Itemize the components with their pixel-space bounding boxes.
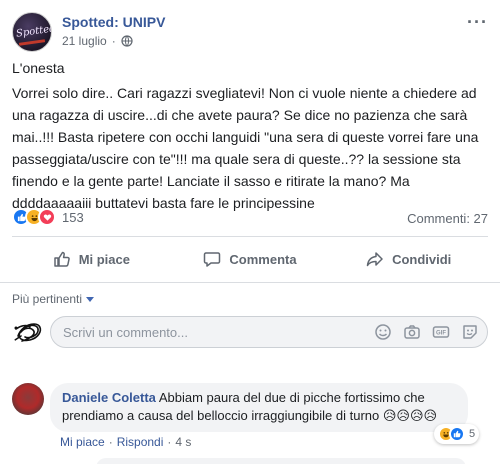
post-body: Vorrei solo dire.. Cari ragazzi svegliat… [12,85,479,211]
like-button[interactable]: Mi piace [12,242,171,276]
scribble-avatar[interactable] [12,314,46,348]
comment-composer: GIF [50,316,488,348]
comment-label: Commenta [229,251,297,267]
gif-icon[interactable]: GIF [431,322,450,341]
comment-reactions[interactable]: 5 [434,424,480,444]
more-options-icon[interactable]: ··· [467,12,488,33]
comments-count[interactable]: Commenti: 27 [407,211,488,226]
globe-icon [121,35,133,47]
commenter-avatar[interactable] [12,383,44,415]
page-avatar[interactable]: Spotted [12,12,52,52]
like-icon [449,426,465,442]
sort-label: Più pertinenti [12,292,83,306]
thumbs-up-icon [53,251,70,267]
reaction-count: 153 [62,209,84,225]
sticker-icon[interactable] [460,322,479,341]
comment-like-link[interactable]: Mi piace [60,435,105,449]
post-meta: 21 luglio · [62,34,133,48]
love-icon [38,208,56,226]
comment-time[interactable]: 4 s [175,435,191,449]
page-logo-text: Spotted [15,23,52,40]
separator-dot: · [108,435,113,449]
svg-text:GIF: GIF [436,330,446,336]
comment-sort-dropdown[interactable]: Più pertinenti [12,292,95,306]
comment-button[interactable]: Commenta [171,242,330,276]
comment-input[interactable] [63,317,313,347]
emoji-icon[interactable] [373,322,392,341]
separator-dot: · [167,435,172,449]
separator-dot: · [111,34,116,48]
composer-tools: GIF [373,322,479,341]
like-label: Mi piace [78,251,130,267]
comment-reply-link[interactable]: Rispondi [117,435,164,449]
reply-bubble-partial [96,458,466,464]
comment-bubble: Daniele Coletta Abbiam paura del due di … [50,383,468,432]
post-title: L'onesta [12,60,65,76]
comment-icon [204,252,221,267]
chevron-down-icon [86,296,95,302]
comment-author[interactable]: Daniele Coletta [62,390,156,405]
share-icon [366,252,383,267]
page-logo-bar [18,39,46,46]
comment-meta: Mi piace · Rispondi · 4 s [60,435,191,449]
comment-reaction-count: 5 [469,428,476,440]
post-actions: Mi piace Commenta Condividi [12,242,488,276]
share-label: Condividi [392,251,452,267]
page-name[interactable]: Spotted: UNIPV [62,14,165,30]
post-date[interactable]: 21 luglio [62,34,107,48]
reactions-summary[interactable]: 153 [12,208,84,226]
divider [0,282,500,283]
camera-icon[interactable] [402,322,421,341]
divider [12,236,488,237]
share-button[interactable]: Condividi [329,242,488,276]
post-header: Spotted Spotted: UNIPV 21 luglio · ··· [12,12,500,54]
